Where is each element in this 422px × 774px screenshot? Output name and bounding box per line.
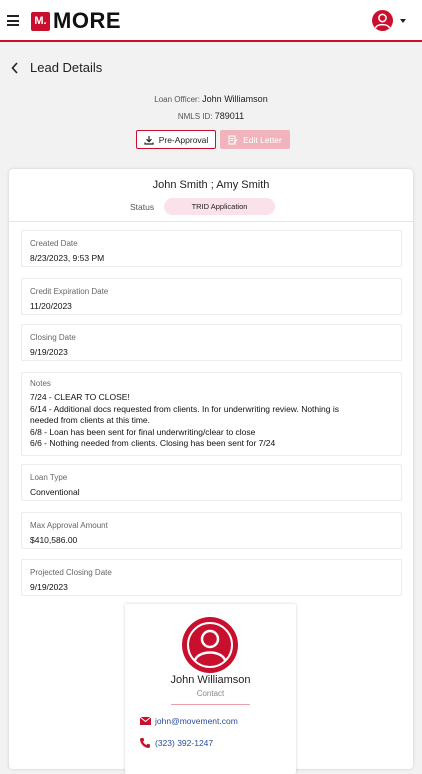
user-avatar-icon (372, 10, 393, 31)
edit-letter-icon (228, 135, 238, 144)
max-approval-field: Max Approval Amount $410,586.00 (21, 512, 402, 549)
lead-details-card: John Smith ; Amy Smith Status TRID Appli… (9, 169, 413, 774)
status-label: Status (130, 202, 155, 212)
mail-icon (139, 716, 152, 725)
loan-officer-label: Loan Officer: (154, 95, 200, 104)
top-app-bar: M. MORE (0, 0, 422, 42)
divider (171, 704, 250, 705)
edit-letter-label: Edit Letter (243, 134, 282, 145)
field-value: 9/19/2023 (30, 347, 68, 357)
field-value: Conventional (30, 487, 80, 497)
field-label: Credit Expiration Date (30, 287, 109, 296)
note-line: 7/24 - CLEAR TO CLOSE! (30, 392, 130, 402)
projected-closing-field: Projected Closing Date 9/19/2023 (21, 559, 402, 596)
loan-officer-name: John Williamson (202, 94, 268, 104)
closing-date-field: Closing Date 9/19/2023 (21, 324, 402, 361)
contact-phone-link[interactable]: (323) 392-1247 (155, 738, 213, 748)
status-badge: TRID Application (164, 198, 275, 215)
contact-role: Contact (196, 689, 225, 698)
nmls-line: NMLS ID: 789011 (0, 111, 422, 121)
loan-type-field: Loan Type Conventional (21, 464, 402, 501)
page-header: Lead Details (0, 56, 422, 80)
chevron-left-icon[interactable] (10, 61, 20, 75)
account-menu-button[interactable] (372, 10, 406, 31)
pre-approval-button[interactable]: Pre-Approval (136, 130, 216, 149)
created-date-field: Created Date 8/23/2023, 9:53 PM (21, 230, 402, 267)
divider (9, 221, 413, 222)
field-value: 9/19/2023 (30, 582, 68, 592)
field-value: $410,586.00 (30, 535, 78, 545)
field-value: 11/20/2023 (30, 301, 72, 311)
edit-letter-button[interactable]: Edit Letter (220, 130, 290, 149)
loan-officer-line: Loan Officer: John Williamson (0, 94, 422, 104)
field-value: 8/23/2023, 9:53 PM (30, 253, 105, 263)
notes-field: Notes 7/24 - CLEAR TO CLOSE! 6/14 - Addi… (21, 372, 402, 456)
phone-icon (140, 738, 150, 748)
contact-email-link[interactable]: john@movement.com (155, 716, 238, 726)
note-line: 6/6 - Nothing needed from clients. Closi… (30, 438, 276, 448)
note-line: needed from clients at this time. (30, 415, 151, 425)
credit-expiration-field: Credit Expiration Date 11/20/2023 (21, 278, 402, 315)
page-title: Lead Details (30, 60, 103, 75)
app-logo[interactable]: M. MORE (31, 8, 121, 33)
logo-mark: M. (31, 11, 50, 31)
note-line: 6/8 - Loan has been sent for final under… (30, 426, 256, 437)
contact-card: John Williamson Contact john@movement.co… (125, 604, 296, 774)
field-label: Loan Type (30, 473, 68, 482)
field-label: Projected Closing Date (30, 568, 112, 577)
borrower-names: John Smith ; Amy Smith (152, 179, 270, 191)
note-line: 6/14 - Additional docs requested from cl… (30, 403, 339, 414)
field-label: Closing Date (30, 333, 76, 342)
download-icon (144, 135, 154, 145)
contact-name: John Williamson (170, 674, 251, 686)
field-label: Created Date (30, 239, 78, 248)
contact-avatar-icon (182, 617, 238, 673)
notes-text: 7/24 - CLEAR TO CLOSE! 6/14 - Additional… (30, 392, 393, 450)
chevron-down-icon (400, 18, 406, 23)
nmls-label: NMLS ID: (177, 112, 213, 121)
nmls-id: 789011 (214, 111, 245, 121)
notes-label: Notes (30, 379, 51, 388)
logo-text: MORE (53, 8, 121, 33)
field-label: Max Approval Amount (30, 521, 108, 530)
menu-icon[interactable] (7, 15, 19, 26)
pre-approval-label: Pre-Approval (158, 134, 209, 145)
